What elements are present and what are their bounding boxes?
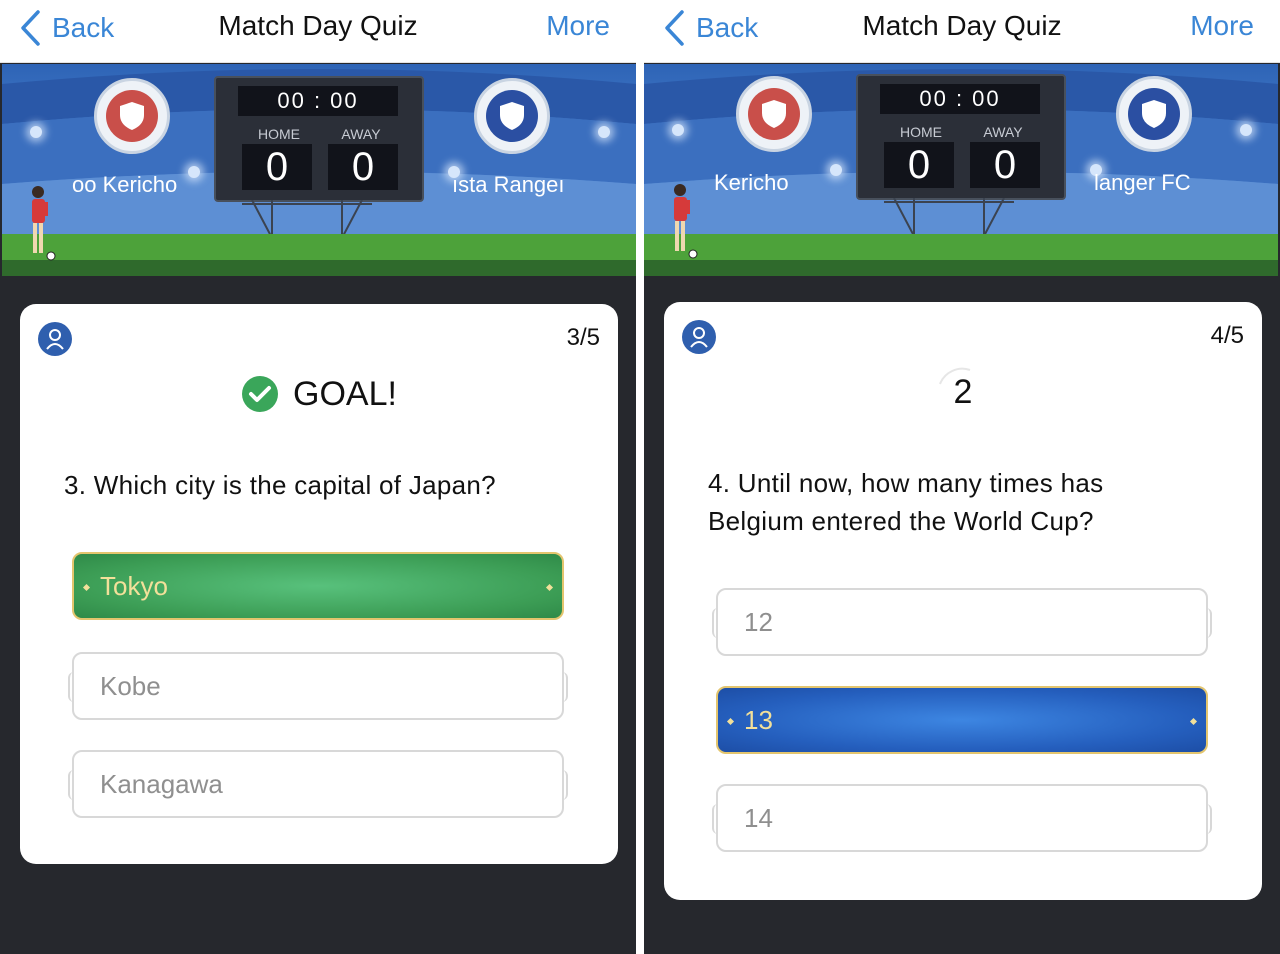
- scoreboard: 00 : 00 HOME AWAY 0 0: [214, 76, 424, 202]
- question-text: 4. Until now, how many times has Belgium…: [708, 464, 1232, 540]
- option-label: Kobe: [100, 670, 161, 701]
- shield-icon: [120, 102, 144, 130]
- question-progress: 3/5: [566, 324, 600, 351]
- page-title: Match Day Quiz: [862, 10, 1062, 41]
- option-label: Tokyo: [100, 570, 168, 601]
- answer-status: GOAL!: [20, 374, 618, 414]
- option-notch: [68, 672, 76, 702]
- pitch-grass: [2, 234, 636, 260]
- nav-bar: Back Match Day Quiz More: [644, 0, 1280, 63]
- answer-option[interactable]: Kanagawa: [68, 750, 568, 818]
- option-notch: [68, 770, 76, 800]
- answer-option-selected[interactable]: 13: [716, 686, 1208, 754]
- away-score: 0: [970, 142, 1040, 188]
- home-score-label: HOME: [900, 124, 942, 140]
- away-score: 0: [328, 144, 398, 190]
- question-text: 3. Which city is the capital of Japan?: [64, 470, 496, 500]
- scoreboard: 00 : 00 HOME AWAY 0 0: [856, 74, 1066, 200]
- diamond-ornament: [545, 583, 554, 592]
- option-label: 14: [744, 802, 773, 833]
- option-notch: [712, 804, 720, 834]
- user-icon: [690, 327, 708, 348]
- player-figure: [674, 184, 698, 259]
- away-team-badge: [1116, 76, 1192, 152]
- stadium-banner: Kericho langer FC 00 : 00 HOME AWAY 0 0: [644, 64, 1278, 276]
- countdown-ring-icon: [939, 367, 971, 385]
- question-line: Belgium entered the World Cup?: [708, 506, 1094, 536]
- option-notch: [560, 770, 568, 800]
- home-team-badge: [736, 76, 812, 152]
- avatar[interactable]: [38, 322, 72, 356]
- pitch-grass: [644, 234, 1278, 260]
- answer-option-correct[interactable]: Tokyo: [72, 552, 564, 620]
- home-score-label: HOME: [258, 126, 300, 142]
- page-title: Match Day Quiz: [218, 10, 418, 41]
- away-score-label: AWAY: [341, 126, 381, 142]
- option-label: Kanagawa: [100, 768, 223, 799]
- floodlight: [672, 124, 684, 136]
- shield-icon: [500, 102, 524, 130]
- nav-bar: Back Match Day Quiz More: [0, 0, 636, 63]
- away-team-badge: [474, 78, 550, 154]
- option-notch: [1204, 804, 1212, 834]
- quiz-card: 4/5 2 4. Until now, how many times has B…: [664, 302, 1262, 900]
- floodlight: [30, 126, 42, 138]
- away-score-label: AWAY: [983, 124, 1023, 140]
- more-button[interactable]: More: [1190, 10, 1254, 42]
- check-circle-icon: [242, 376, 279, 412]
- option-label: 13: [744, 704, 773, 735]
- diamond-ornament: [82, 583, 91, 592]
- question-progress: 4/5: [1210, 322, 1244, 349]
- match-clock: 00 : 00: [880, 84, 1040, 114]
- quiz-screen-right: Back Match Day Quiz More Kericho langer …: [644, 0, 1280, 954]
- home-score: 0: [242, 144, 312, 190]
- away-team-name: ısta Rangeı: [452, 172, 565, 197]
- quiz-card: 3/5 GOAL! 3. Which city is the capital o…: [20, 304, 618, 864]
- home-score: 0: [884, 142, 954, 188]
- home-team-name: oo Kericho: [72, 172, 178, 197]
- floodlight: [598, 126, 610, 138]
- quiz-screen-left: Back Match Day Quiz More oo Kericho ısta…: [0, 0, 636, 954]
- screen-divider: [636, 0, 644, 954]
- pitch-edge: [644, 260, 1278, 276]
- match-clock: 00 : 00: [238, 86, 398, 116]
- answer-option[interactable]: 14: [712, 784, 1212, 852]
- scoreboard-stand: [884, 198, 1014, 236]
- home-team-badge: [94, 78, 170, 154]
- option-notch: [712, 608, 720, 638]
- status-text: GOAL!: [293, 374, 397, 413]
- player-figure: [32, 186, 56, 261]
- option-notch: [1204, 608, 1212, 638]
- shield-icon: [1142, 100, 1166, 128]
- home-team-name: Kericho: [714, 170, 789, 195]
- answer-option[interactable]: 12: [712, 588, 1212, 656]
- more-button[interactable]: More: [546, 10, 610, 42]
- avatar[interactable]: [682, 320, 716, 354]
- user-icon: [46, 329, 64, 350]
- option-label: 12: [744, 606, 773, 637]
- scoreboard-stand: [242, 200, 372, 238]
- floodlight: [1240, 124, 1252, 136]
- option-notch: [560, 672, 568, 702]
- answer-option[interactable]: Kobe: [68, 652, 568, 720]
- diamond-ornament: [1189, 717, 1198, 726]
- stadium-banner: oo Kericho ısta Rangeı 00 : 00 HOME AWAY…: [2, 64, 636, 276]
- shield-icon: [762, 100, 786, 128]
- diamond-ornament: [726, 717, 735, 726]
- question-line: 4. Until now, how many times has: [708, 468, 1104, 498]
- away-team-name: langer FC: [1094, 170, 1191, 195]
- pitch-edge: [2, 260, 636, 276]
- countdown-timer: 2: [664, 367, 1262, 412]
